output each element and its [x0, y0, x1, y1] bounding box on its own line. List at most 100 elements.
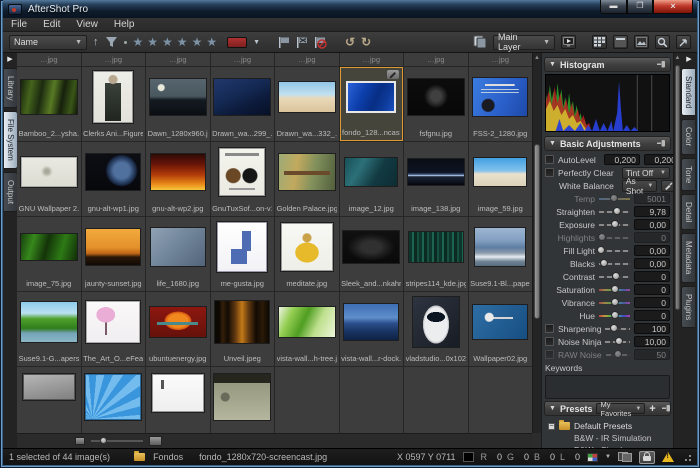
histogram-header[interactable]: ▼ Histogram [544, 57, 671, 72]
tab-plugins[interactable]: Plugins [681, 286, 695, 328]
dual-monitor-icon[interactable] [618, 452, 632, 462]
grid-cell[interactable]: FSS-2_1280.jpg [469, 67, 533, 141]
sort-field-select[interactable]: Name ▼ [9, 35, 87, 50]
star-icon[interactable]: ★ [162, 35, 177, 49]
slider-handle[interactable] [611, 298, 619, 306]
autolevel-checkbox[interactable] [545, 155, 554, 164]
noise-ninja-slider[interactable] [605, 341, 630, 343]
slider-handle[interactable] [611, 285, 619, 293]
grid-cell-partial[interactable]: …jpg [82, 53, 146, 66]
highlights-slider[interactable] [599, 237, 630, 239]
sharpening-checkbox[interactable] [545, 324, 554, 333]
panel-scrollbar[interactable]: ▲ [673, 53, 681, 448]
eyedropper-icon[interactable] [661, 180, 673, 192]
scroll-up-icon[interactable]: ▲ [533, 53, 541, 61]
grid-cell[interactable]: GnuTuxSof...on-v1.jpg [211, 142, 275, 216]
thumbnail-size-slider[interactable] [91, 440, 143, 442]
preset-item[interactable]: B&W - IR Simulation [548, 432, 671, 444]
slider-handle[interactable] [614, 350, 622, 358]
current-folder-name[interactable]: Fondos [153, 452, 183, 462]
fill-light-slider[interactable] [599, 250, 630, 252]
scrollbar-thumb[interactable] [534, 144, 540, 319]
slider-handle[interactable] [615, 337, 623, 345]
sharpening-slider[interactable] [605, 328, 630, 330]
tab-standard[interactable]: Standard [681, 68, 695, 116]
grid-cell[interactable]: ubuntuenergy.jpg [146, 292, 210, 366]
menu-help[interactable]: Help [114, 19, 135, 30]
grid-scrollbar[interactable]: ▲ [532, 53, 541, 433]
grid-cell[interactable]: image_12.jpg [340, 142, 404, 216]
grid-cell[interactable]: gnu-alt-wp2.jpg [146, 142, 210, 216]
tab-library[interactable]: Library [4, 68, 18, 108]
grid-cell-partial[interactable]: …jpg [146, 53, 210, 66]
grid-cell-partial[interactable]: …jpg [17, 53, 81, 66]
hue-slider[interactable] [599, 315, 630, 317]
white-balance-select[interactable]: As Shot ▼ [622, 180, 657, 192]
slider-handle[interactable] [598, 233, 606, 241]
lock-icon[interactable] [639, 451, 655, 464]
exposure-value[interactable]: 0,00 [634, 219, 670, 230]
layer-select[interactable]: Main Layer ▼ [493, 35, 555, 50]
star-icon[interactable]: ★ [206, 35, 221, 49]
grid-cell[interactable] [146, 367, 210, 433]
large-thumbnail-icon[interactable] [149, 436, 162, 446]
pin-icon[interactable] [657, 139, 666, 148]
grid-cell[interactable]: Drawn_wa...299_.jpg [211, 67, 275, 141]
tab-output[interactable]: Output [4, 172, 18, 212]
add-preset-button[interactable]: + [649, 404, 655, 414]
temp-value[interactable]: 5001 [634, 193, 670, 204]
grid-cell[interactable] [211, 367, 275, 433]
flag-x-icon[interactable] [296, 36, 308, 49]
filter-icon[interactable] [105, 36, 118, 49]
grid-cell[interactable]: fondo_128...ncast.jpg [340, 67, 404, 141]
color-label-swatch[interactable] [227, 37, 247, 48]
browse-view-icon[interactable] [613, 35, 628, 49]
blacks-value[interactable]: 0,00 [634, 258, 670, 269]
tab-metadata[interactable]: Metadata [681, 233, 695, 282]
grid-cell-partial[interactable]: …jpg [469, 53, 533, 66]
slider-handle[interactable] [612, 272, 620, 280]
star-icon[interactable]: ★ [147, 35, 162, 49]
color-management-icon[interactable] [587, 453, 598, 462]
grid-cell[interactable]: meditate.jpg [275, 217, 339, 291]
menu-file[interactable]: File [11, 19, 27, 30]
autolevel-high-value[interactable]: 0,200 [644, 154, 673, 165]
expand-left-panel-icon[interactable]: ▶ [3, 53, 17, 65]
fullscreen-arrow-icon[interactable] [676, 35, 691, 49]
sharpening-value[interactable]: 100 [634, 323, 670, 334]
blacks-slider[interactable] [599, 263, 630, 265]
slider-handle[interactable] [613, 207, 621, 215]
rotate-right-icon[interactable]: ↻ [361, 35, 371, 49]
minimize-button[interactable]: ▬ [600, 0, 627, 14]
fill-light-value[interactable]: 0,00 [634, 245, 670, 256]
grid-cell[interactable]: Golden Palace.jpg [275, 142, 339, 216]
contrast-value[interactable]: 0 [634, 271, 670, 282]
grid-cell[interactable]: Bamboo_2...ysha.jpg [17, 67, 81, 141]
collapse-right-panel-icon[interactable]: ▶ [681, 53, 697, 65]
collapse-node-icon[interactable]: − [548, 423, 555, 430]
menu-edit[interactable]: Edit [43, 19, 60, 30]
sort-direction-icon[interactable]: ↑ [93, 32, 99, 53]
keywords-input[interactable] [545, 375, 670, 399]
basic-adjustments-header[interactable]: ▼ Basic Adjustments [544, 136, 671, 151]
grid-cell[interactable]: Suse9.1-Bl...papers.jpg [469, 217, 533, 291]
raw-noise-value[interactable]: 50 [634, 349, 670, 360]
grid-cell-partial[interactable]: …jpg [275, 53, 339, 66]
grid-cell[interactable]: image_59.jpg [469, 142, 533, 216]
noise-ninja-value[interactable]: 10,00 [634, 336, 670, 347]
vibrance-slider[interactable] [599, 302, 630, 304]
menu-view[interactable]: View [76, 19, 98, 30]
straighten-slider[interactable] [599, 211, 630, 213]
perfectly-clear-checkbox[interactable] [545, 168, 554, 177]
slider-handle[interactable] [611, 311, 619, 319]
contrast-slider[interactable] [599, 276, 630, 278]
resize-grip[interactable] [683, 453, 691, 461]
exposure-slider[interactable] [599, 224, 630, 226]
slider-handle[interactable] [611, 220, 619, 228]
slider-handle[interactable] [610, 324, 618, 332]
collapse-icon[interactable]: ▼ [549, 140, 556, 147]
presets-header[interactable]: ▼ Presets My Favorites ▼ + [544, 401, 671, 416]
layers-icon[interactable] [472, 35, 487, 49]
close-button[interactable]: × [653, 0, 693, 14]
collapse-icon[interactable]: ▼ [549, 61, 556, 68]
